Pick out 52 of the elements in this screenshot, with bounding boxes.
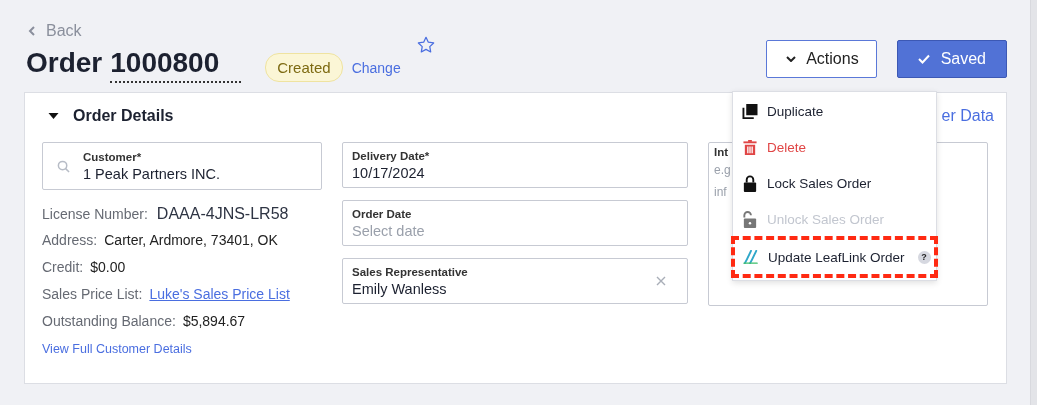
saved-button[interactable]: Saved bbox=[896, 40, 1007, 78]
field-label: Delivery Date* bbox=[352, 149, 431, 162]
trash-icon bbox=[742, 139, 758, 155]
order-number[interactable]: 1000800 bbox=[110, 47, 242, 83]
field-placeholder: e.g bbox=[714, 162, 731, 179]
change-link[interactable]: Change bbox=[351, 60, 401, 76]
field-placeholder: inf bbox=[714, 184, 727, 201]
customer-details-link[interactable]: View Full Customer Details bbox=[42, 342, 192, 356]
input-field[interactable]: Order Date Select date bbox=[342, 200, 688, 246]
order-title: Order bbox=[26, 47, 103, 80]
input-field[interactable]: Delivery Date* 10/17/2024 bbox=[342, 142, 688, 188]
help-badge[interactable]: ? bbox=[917, 250, 931, 264]
input-field[interactable]: Sales Representative Emily Wanless bbox=[342, 258, 688, 304]
info-label: Outstanding Balance: bbox=[42, 313, 176, 329]
field-value: Emily Wanless bbox=[352, 280, 448, 297]
scrollbar[interactable] bbox=[1030, 0, 1037, 405]
info-value: $0.00 bbox=[90, 259, 126, 275]
field-value: 1 Peak Partners INC. bbox=[83, 165, 221, 182]
field-value: 10/17/2024 bbox=[352, 164, 426, 181]
field-placeholder: Select date bbox=[352, 222, 426, 239]
field-label: Customer* bbox=[83, 150, 143, 163]
copy-icon bbox=[742, 103, 758, 119]
info-label: License Number: bbox=[42, 206, 148, 222]
customer-field[interactable]: Customer* 1 Peak Partners INC. bbox=[42, 142, 322, 190]
info-label: Address: bbox=[42, 232, 98, 248]
info-label: Credit: bbox=[42, 259, 84, 275]
caret-icon[interactable] bbox=[48, 113, 59, 119]
chevron-left-icon bbox=[28, 26, 36, 36]
price-list-link[interactable]: Luke's Sales Price List bbox=[149, 286, 290, 302]
clear-icon[interactable] bbox=[656, 276, 666, 286]
actions-button[interactable]: Actions bbox=[766, 40, 877, 78]
leaf-logo-icon bbox=[743, 250, 759, 264]
section-title: Order Details bbox=[73, 107, 174, 125]
data-link[interactable]: er Data bbox=[941, 107, 994, 125]
info-value: Carter, Ardmore, 73401, OK bbox=[104, 232, 278, 248]
info-value: DAAA-4JNS-LR58 bbox=[156, 205, 289, 223]
info-value: $5,894.67 bbox=[182, 313, 246, 329]
field-label: Order Date bbox=[352, 207, 413, 220]
lock-icon bbox=[742, 174, 758, 192]
star-icon[interactable] bbox=[416, 36, 435, 54]
field-label: Int bbox=[714, 146, 729, 158]
field-label: Sales Representative bbox=[352, 265, 469, 278]
status-badge: Created bbox=[265, 52, 343, 82]
unlocked-lock-icon bbox=[742, 210, 758, 228]
caret-icon bbox=[786, 56, 797, 62]
menu-item[interactable]: Delete bbox=[733, 129, 936, 165]
menu-item[interactable]: Update LeafLink Order ? bbox=[734, 239, 935, 275]
menu-item[interactable]: Duplicate bbox=[733, 93, 936, 129]
menu-item[interactable]: Lock Sales Order bbox=[733, 165, 936, 201]
search-icon bbox=[57, 159, 70, 173]
info-label: Sales Price List: bbox=[42, 286, 143, 302]
check-icon bbox=[917, 54, 930, 64]
